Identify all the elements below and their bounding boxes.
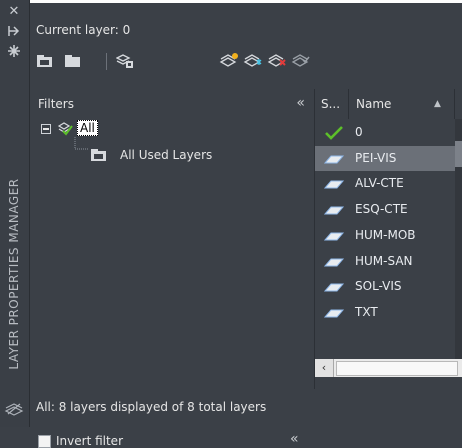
filters-heading: Filters — [38, 97, 74, 111]
horizontal-scrollbar[interactable]: ‹ — [315, 359, 462, 377]
tree-item-all-used-layers[interactable]: All Used Layers — [120, 148, 212, 162]
scroll-left-icon[interactable]: ‹ — [315, 359, 334, 377]
current-layer-check-icon[interactable] — [323, 125, 345, 141]
invert-filter-row[interactable]: Invert filter — [38, 434, 123, 448]
layer-name: TXT — [355, 304, 378, 319]
layer-status-icon[interactable] — [323, 176, 345, 192]
all-filter-icon — [57, 120, 74, 136]
toolbar-separator — [106, 53, 107, 70]
layer-status-icon[interactable] — [323, 279, 345, 295]
tree-expander[interactable] — [41, 124, 51, 134]
collapse-filters-icon[interactable]: « — [296, 95, 305, 111]
layers-list: S... Name ▲ 0 PEI-VIS ALV-CTE ESQ-CTE HUM-MO… — [314, 89, 462, 389]
layer-name: HUM-SAN — [355, 253, 413, 268]
layer-manager-main: Current layer: 0 Filters « All All Used … — [30, 6, 462, 448]
new-layer-icon[interactable] — [219, 52, 238, 70]
layer-name: HUM-MOB — [355, 227, 416, 242]
layer-status-icon[interactable] — [323, 202, 345, 218]
layer-row[interactable]: 0 — [315, 120, 462, 145]
toolbar — [36, 52, 456, 72]
layer-row[interactable]: HUM-SAN — [315, 249, 462, 274]
layer-row[interactable]: HUM-MOB — [315, 223, 462, 248]
layer-status-icon[interactable] — [323, 228, 345, 244]
layer-status-icon[interactable] — [323, 151, 345, 167]
column-status[interactable]: S... — [315, 89, 349, 119]
new-property-filter-icon[interactable] — [36, 52, 54, 70]
layer-name: ESQ-CTE — [355, 202, 408, 217]
layer-row[interactable]: ALV-CTE — [315, 171, 462, 196]
used-layers-filter-icon — [90, 147, 108, 163]
tree-item-all[interactable]: All — [77, 120, 98, 136]
close-icon[interactable]: ✕ — [6, 4, 22, 20]
layer-status-icon[interactable] — [323, 254, 345, 270]
new-group-filter-icon[interactable] — [64, 52, 82, 70]
layers-stack-icon — [4, 398, 24, 418]
layer-row[interactable]: PEI-VIS — [315, 145, 462, 171]
column-name[interactable]: Name ▲ — [350, 89, 455, 119]
layer-name: SOL-VIS — [355, 279, 402, 294]
layer-status-icon[interactable] — [323, 305, 345, 321]
invert-filter-label: Invert filter — [56, 434, 123, 448]
column-name-label: Name — [356, 97, 392, 111]
sort-ascending-icon: ▲ — [434, 99, 441, 109]
layer-name: 0 — [355, 125, 363, 139]
layer-row[interactable]: SOL-VIS — [315, 274, 462, 299]
properties-icon[interactable] — [6, 44, 22, 60]
set-current-icon[interactable] — [291, 52, 310, 70]
tree-connector — [74, 137, 88, 150]
tree-item-all-label: All — [77, 120, 98, 136]
collapse-tree-icon[interactable]: « — [290, 431, 299, 447]
new-layer-vp-frozen-icon[interactable] — [243, 52, 262, 70]
layer-row[interactable]: TXT — [315, 300, 462, 325]
current-layer-label: Current layer: 0 — [36, 23, 131, 37]
invert-filter-checkbox[interactable] — [38, 434, 51, 448]
vertical-scroll-thumb[interactable] — [455, 141, 462, 167]
layer-name: ALV-CTE — [355, 176, 404, 191]
status-text: All: 8 layers displayed of 8 total layer… — [36, 400, 267, 414]
delete-layer-icon[interactable] — [267, 52, 286, 70]
palette-title: LAYER PROPERTIES MANAGER — [7, 178, 21, 370]
auto-hide-icon[interactable] — [6, 24, 22, 40]
window-top-edge — [0, 0, 462, 3]
layer-row[interactable]: ESQ-CTE — [315, 197, 462, 222]
filters-pane: Filters « All All Used Layers Invert fil… — [30, 89, 312, 448]
layer-states-manager-icon[interactable] — [115, 52, 134, 70]
layer-name: PEI-VIS — [355, 150, 397, 165]
palette-title-bar[interactable]: ✕ LAYER PROPERTIES MANAGER — [0, 0, 30, 427]
horizontal-scroll-thumb[interactable] — [336, 361, 458, 376]
